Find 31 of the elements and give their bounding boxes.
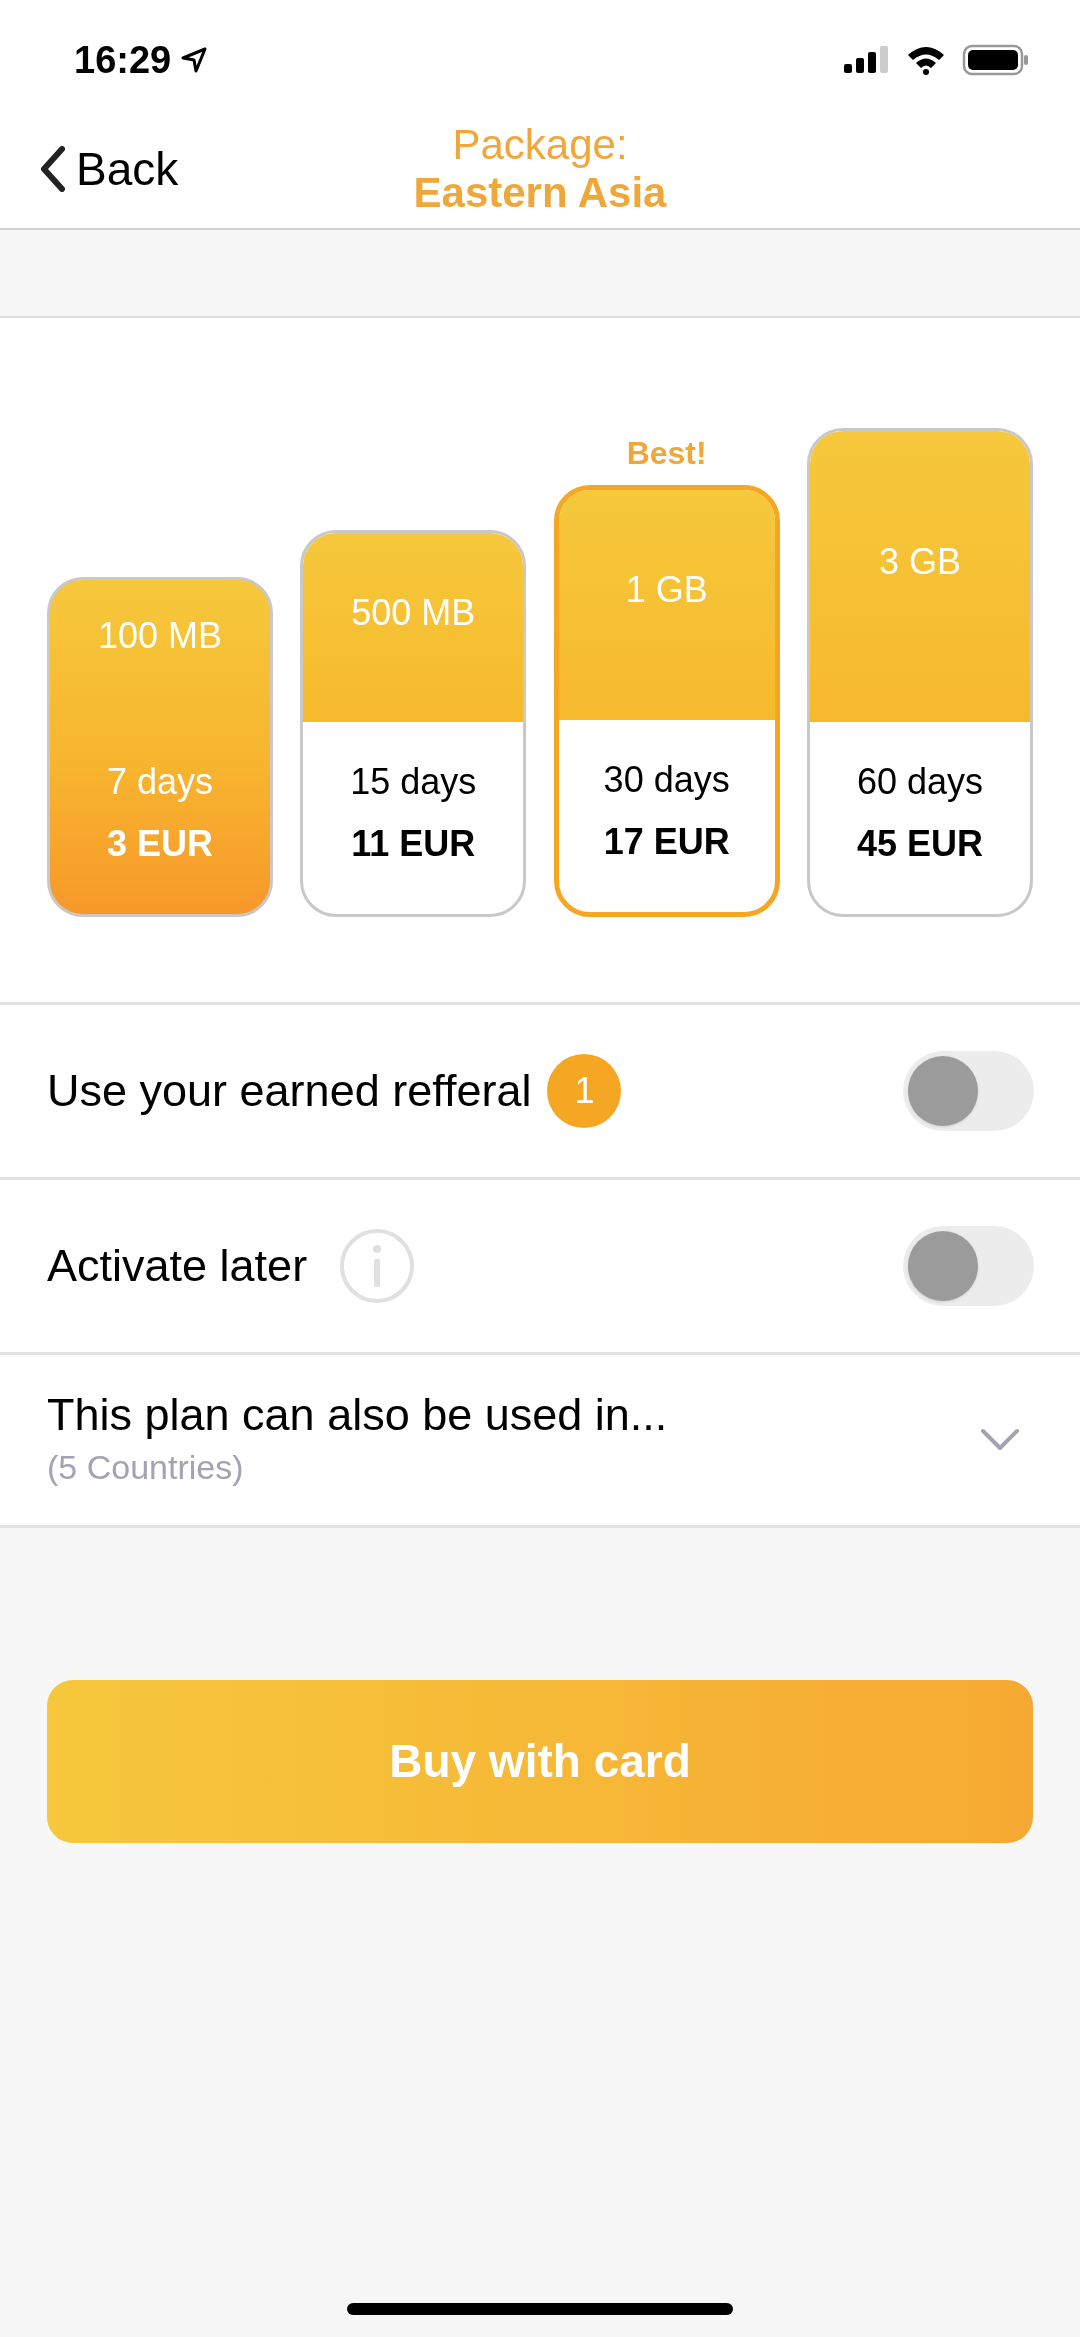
plan-price: 45 EUR — [856, 822, 983, 866]
data-amount: 100 MB — [97, 614, 223, 658]
wifi-icon — [906, 45, 946, 75]
option-label: This plan can also be used in... — [47, 1387, 668, 1442]
data-amount: 3 GB — [878, 539, 961, 584]
battery-icon — [962, 44, 1030, 76]
plan-duration: 15 days — [350, 760, 477, 804]
nav-subtitle: Eastern Asia — [413, 169, 667, 218]
plan-price: 3 EUR — [107, 822, 213, 866]
nav-title: Package: — [452, 120, 628, 169]
plan-duration: 7 days — [106, 760, 214, 804]
option-label: Use your earned refferal — [47, 1064, 532, 1119]
count-badge: 1 — [547, 1054, 622, 1128]
countries-row[interactable]: This plan can also be used in... (5 Countries) — [0, 1355, 1080, 1528]
data-amount: 500 MB — [351, 590, 476, 635]
status-time: 16:29 — [74, 37, 172, 83]
location-icon — [181, 47, 208, 73]
plan-card[interactable]: 3 GB 60 days 45 EUR — [807, 428, 1033, 917]
back-button[interactable]: Back — [0, 134, 179, 204]
data-amount: 1 GB — [625, 568, 708, 612]
plan-price: 11 EUR — [351, 822, 476, 866]
plan-duration: 30 days — [603, 758, 730, 802]
best-label: Best! — [626, 434, 707, 473]
countries-count: (5 Countries) — [47, 1446, 245, 1488]
option-label: Activate later — [47, 1239, 308, 1294]
back-icon — [40, 146, 66, 192]
plan-card[interactable]: 500 MB 15 days 11 EUR — [300, 530, 527, 917]
plan-card[interactable]: 1 GB 30 days 17 EUR — [553, 485, 780, 917]
signal-icon — [844, 46, 890, 74]
plan-duration: 60 days — [856, 760, 984, 804]
plan-price: 17 EUR — [603, 820, 730, 864]
